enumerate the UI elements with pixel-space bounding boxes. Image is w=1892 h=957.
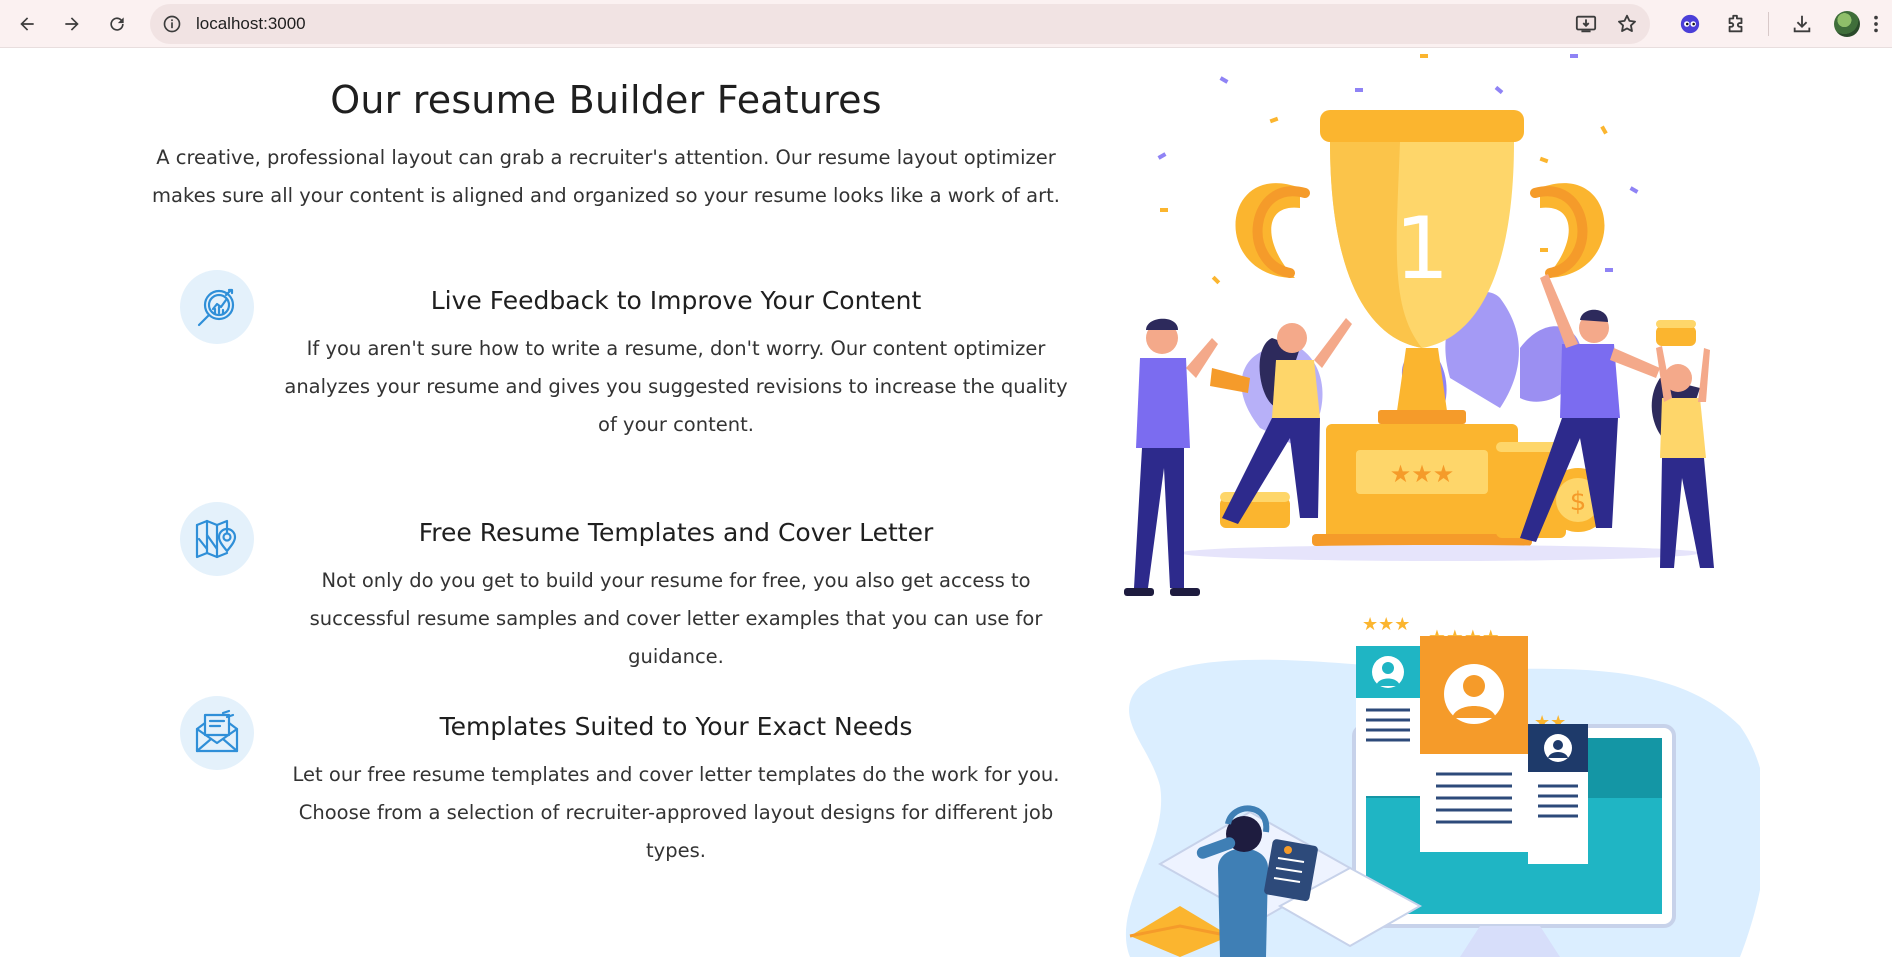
extensions-puzzle-icon[interactable] [1718, 6, 1754, 42]
trophy-team-illustration: 1 ★★★ $ [1124, 54, 1714, 596]
person-woman-coins [1651, 346, 1714, 568]
site-info-icon[interactable] [162, 14, 182, 34]
svg-text:★★★: ★★★ [1390, 460, 1455, 488]
svg-text:★★★: ★★★ [1362, 614, 1410, 635]
menu-kebab-icon[interactable] [1858, 6, 1892, 42]
profile-avatar[interactable] [1834, 11, 1860, 37]
feature-description: Let our free resume templates and cover … [292, 763, 1060, 862]
page-title: Our resume Builder Features [330, 78, 882, 122]
url-text[interactable]: localhost:3000 [196, 14, 306, 34]
download-icon[interactable] [1784, 6, 1820, 42]
address-bar[interactable]: localhost:3000 [150, 4, 1650, 44]
feature-title: Live Feedback to Improve Your Content [430, 286, 922, 315]
bookmark-star-icon[interactable] [1615, 12, 1639, 36]
trophy-number: 1 [1395, 199, 1450, 299]
feature-title: Free Resume Templates and Cover Letter [418, 518, 934, 547]
map-location-icon [180, 502, 254, 576]
resume-review-illustration: ★★★ ★★★★ ★★ [1125, 614, 1760, 957]
toolbar-divider [1768, 12, 1769, 36]
page-description: A creative, professional layout can grab… [152, 146, 1060, 207]
feature-title: Templates Suited to Your Exact Needs [439, 712, 913, 741]
forward-arrow-icon[interactable] [54, 6, 90, 42]
install-app-icon[interactable] [1574, 12, 1598, 36]
extension-eyes-icon[interactable] [1672, 6, 1708, 42]
feature-description: If you aren't sure how to write a resume… [284, 337, 1068, 436]
analytics-magnifier-icon [180, 270, 254, 344]
envelope-letter-icon [180, 696, 254, 770]
back-arrow-icon[interactable] [9, 6, 45, 42]
svg-text:$: $ [1570, 487, 1587, 517]
browser-toolbar: localhost:3000 [0, 0, 1892, 48]
feature-description: Not only do you get to build your resume… [309, 569, 1043, 668]
reload-icon[interactable] [99, 6, 135, 42]
